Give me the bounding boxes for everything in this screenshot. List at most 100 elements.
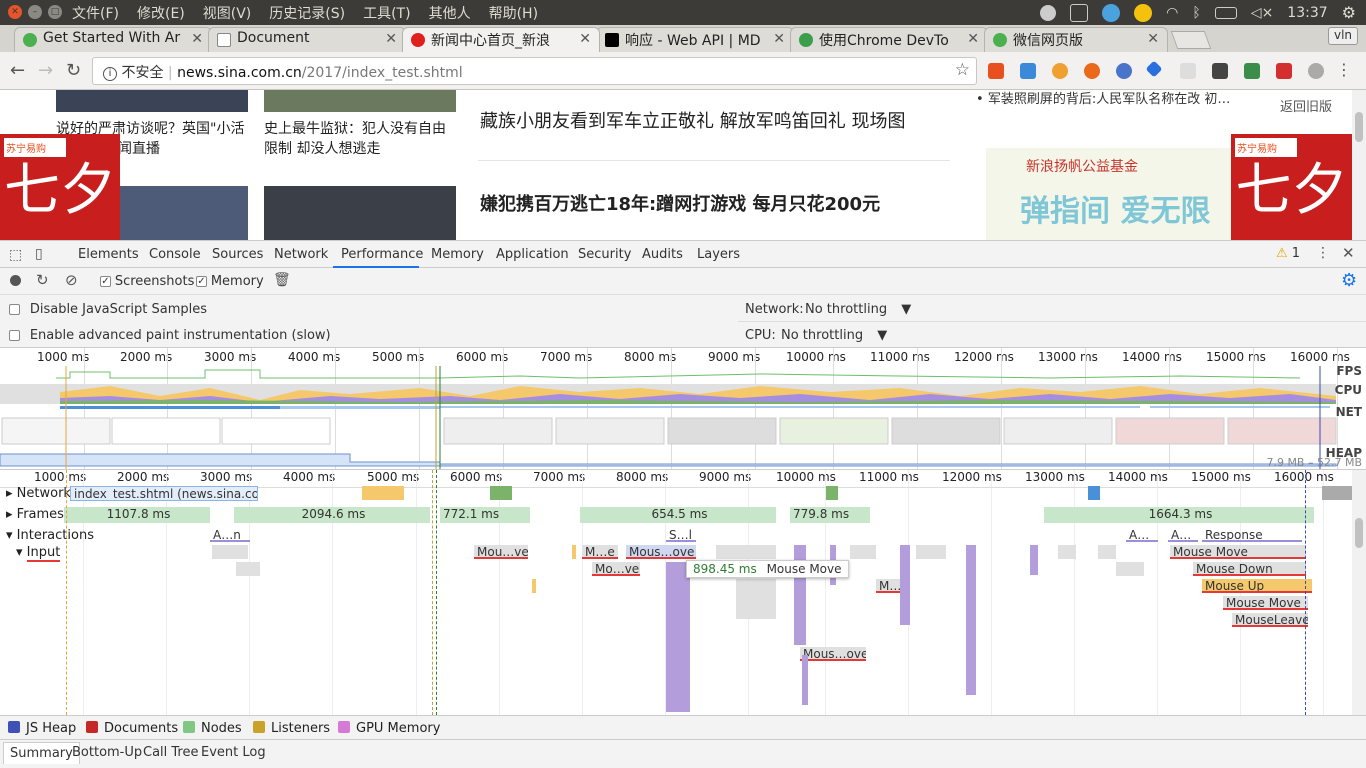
frame-block[interactable]: 1107.8 ms [64, 507, 210, 523]
tab-sina-news[interactable]: 新闻中心首页_新浪 ✕ [402, 27, 600, 52]
clock[interactable]: 13:37 [1287, 5, 1327, 21]
inspect-element-icon[interactable]: ⬚ [9, 247, 22, 263]
window-close-icon[interactable]: ✕ [8, 5, 22, 19]
advanced-paint-checkbox[interactable]: Enable advanced paint instrumentation (s… [9, 328, 331, 343]
interaction-block[interactable]: S…l [666, 528, 696, 542]
screenshots-checkbox[interactable]: ✓ Screenshots [100, 274, 194, 289]
memory-checkbox[interactable]: ✓ Memory [196, 274, 264, 289]
trash-icon[interactable]: 🗑 [273, 272, 291, 288]
tab-close-icon[interactable]: ✕ [385, 31, 397, 47]
scrollbar-thumb[interactable] [1355, 518, 1363, 548]
extension-icon[interactable] [1308, 63, 1324, 79]
news-caption[interactable]: 史上最牛监狱：犯人没有自由 [264, 119, 446, 139]
new-tab-button[interactable] [1170, 31, 1212, 49]
tab-audits[interactable]: Audits [642, 247, 683, 262]
window-minimize-icon[interactable]: – [28, 5, 42, 19]
bluetooth-icon[interactable]: ᛒ [1192, 5, 1200, 21]
tab-network[interactable]: Network [274, 247, 328, 262]
network-request[interactable] [826, 486, 838, 500]
documents-counter[interactable]: Documents [86, 721, 178, 736]
tab-layers[interactable]: Layers [697, 247, 740, 262]
keyboard-icon[interactable] [1070, 3, 1089, 22]
news-caption[interactable]: 限制 却没人想逃走 [264, 139, 380, 159]
pocket-icon[interactable] [1212, 63, 1228, 79]
scrollbar-thumb[interactable] [1355, 112, 1363, 142]
disable-js-samples-checkbox[interactable]: Disable JavaScript Samples [9, 302, 207, 317]
js-heap-counter[interactable]: JS Heap [8, 721, 76, 736]
news-thumbnail[interactable] [264, 90, 456, 112]
menu-help[interactable]: 帮助(H) [489, 3, 538, 23]
network-request[interactable] [1088, 486, 1100, 500]
forward-arrow-icon[interactable]: → [38, 60, 53, 81]
menu-view[interactable]: 视图(V) [203, 3, 252, 23]
menu-tools[interactable]: 工具(T) [363, 3, 410, 23]
tab-bottom-up[interactable]: Bottom-Up [72, 745, 142, 760]
menu-kebab-icon[interactable]: ⋮ [1336, 60, 1352, 79]
menu-edit[interactable]: 修改(E) [137, 3, 185, 23]
menu-history[interactable]: 历史记录(S) [269, 3, 345, 23]
side-news-item[interactable]: • 军装照刷屏的背后:人民军队名称在改 初… [976, 90, 1230, 107]
tab-console[interactable]: Console [149, 247, 201, 262]
address-input[interactable]: i 不安全 | news.sina.com.cn/2017/index_test… [92, 57, 977, 85]
warning-icon[interactable]: ⚠ 1 [1276, 246, 1300, 261]
tab-close-icon[interactable]: ✕ [579, 31, 591, 47]
flamechart-scrollbar[interactable] [1352, 470, 1366, 715]
tab-get-started[interactable]: Get Started With Ar ✕ [14, 27, 212, 52]
tab-document[interactable]: Document ✕ [208, 27, 406, 52]
extension-icon[interactable] [1084, 63, 1100, 79]
news-thumbnail[interactable] [120, 186, 248, 240]
tab-close-icon[interactable]: ✕ [773, 31, 785, 47]
news-thumbnail[interactable] [56, 90, 248, 112]
menu-others[interactable]: 其他人 [429, 3, 471, 23]
device-toolbar-icon[interactable]: ▯ [35, 246, 43, 262]
listeners-counter[interactable]: Listeners [253, 721, 330, 736]
network-request[interactable] [490, 486, 512, 500]
back-old-version-button[interactable]: 返回旧版 [1275, 98, 1337, 128]
headline-1[interactable]: 藏族小朋友看到军车立正敬礼 解放军鸣笛回礼 现场图 [480, 107, 905, 133]
cpu-throttle-select[interactable]: No throttling ▼ [781, 328, 887, 343]
tab-call-tree[interactable]: Call Tree [143, 745, 199, 760]
tab-close-icon[interactable]: ✕ [1147, 31, 1159, 47]
tab-sources[interactable]: Sources [212, 247, 263, 262]
react-icon[interactable] [1116, 63, 1132, 79]
network-request[interactable]: index_test.shtml (news.sina.co… [70, 486, 258, 501]
extension-icon[interactable] [1052, 63, 1068, 79]
interaction-block[interactable]: Response [1202, 528, 1302, 542]
clear-icon[interactable]: ⊘ [65, 271, 78, 289]
frame-block[interactable]: 2094.6 ms [234, 507, 430, 523]
extension-icon[interactable] [1180, 63, 1196, 79]
bookmark-star-icon[interactable]: ☆ [955, 60, 970, 80]
frame-block[interactable]: 1664.3 ms [1044, 507, 1314, 523]
tab-mdn-response[interactable]: 响应 - Web API | MD ✕ [596, 27, 794, 52]
record-icon[interactable] [10, 275, 21, 286]
extension-icon[interactable] [1276, 63, 1292, 79]
tab-event-log[interactable]: Event Log [201, 745, 266, 760]
back-arrow-icon[interactable]: ← [10, 60, 25, 81]
volume-icon[interactable]: ◁× [1251, 5, 1274, 21]
telegram-icon[interactable] [1102, 3, 1121, 22]
headline-2[interactable]: 嫌犯携百万逃亡18年:蹭网打游戏 每月只花200元 [480, 190, 880, 216]
network-request[interactable] [1322, 486, 1352, 500]
page-scrollbar[interactable] [1352, 90, 1366, 240]
devtools-menu-icon[interactable]: ⋮ [1316, 245, 1330, 261]
interaction-block[interactable]: A… [1168, 528, 1198, 542]
office-icon[interactable] [988, 63, 1004, 79]
interaction-block[interactable]: A… [1126, 528, 1158, 542]
news-thumbnail[interactable] [264, 186, 456, 240]
extension-icon[interactable] [1145, 60, 1163, 78]
capture-settings-gear-icon[interactable]: ⚙ [1341, 270, 1357, 291]
suning-ad[interactable]: 苏宁易购 七夕 [0, 134, 120, 240]
battery-icon[interactable] [1214, 6, 1237, 19]
tab-close-icon[interactable]: ✕ [967, 31, 979, 47]
frames-track-label[interactable]: ▸ Frames [6, 507, 64, 522]
timeline-overview[interactable]: 1000 ms 2000 ms 3000 ms 4000 ms 5000 ms 6000 … [0, 348, 1366, 470]
reload-record-icon[interactable]: ↻ [36, 271, 49, 289]
info-icon[interactable]: i [103, 67, 117, 81]
tab-security[interactable]: Security [578, 247, 631, 262]
gpu-memory-counter[interactable]: GPU Memory [338, 721, 440, 736]
extension-icon[interactable] [1020, 63, 1036, 79]
menu-file[interactable]: 文件(F) [72, 3, 119, 23]
reload-icon[interactable]: ↻ [66, 60, 81, 81]
devtools-close-icon[interactable]: ✕ [1342, 244, 1355, 262]
tab-summary[interactable]: Summary [3, 742, 80, 764]
